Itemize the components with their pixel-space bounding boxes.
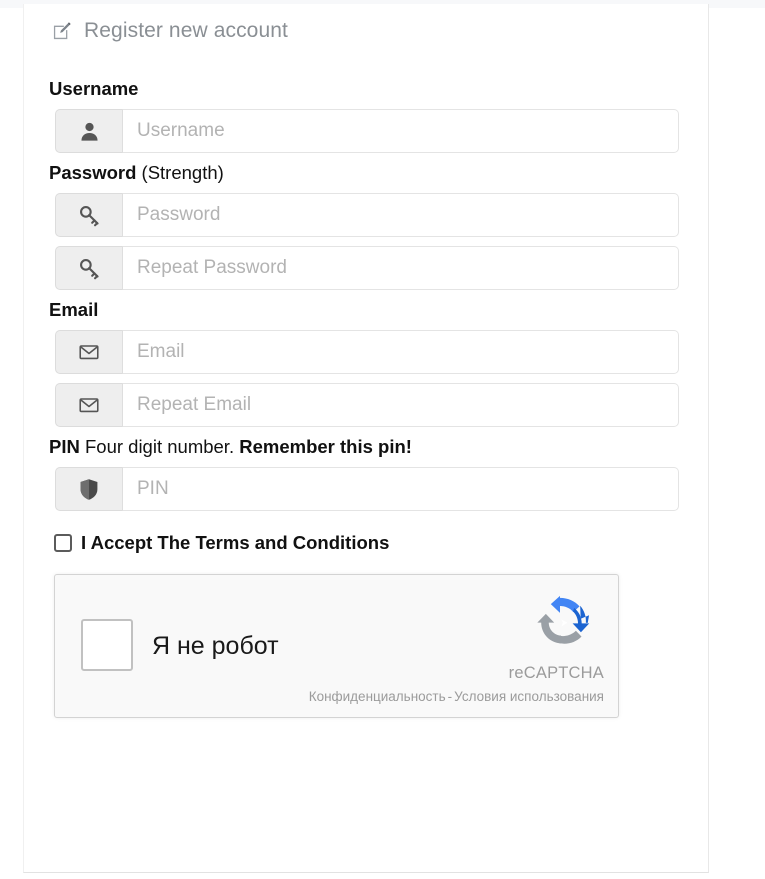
email-input[interactable] [123, 330, 679, 374]
recaptcha-terms-link[interactable]: Условия использования [454, 689, 604, 704]
register-panel: Register new account Username Password (… [23, 4, 709, 873]
envelope-icon [55, 330, 123, 374]
email-input-group [55, 330, 679, 374]
repeat-email-input[interactable] [123, 383, 679, 427]
username-label-text: Username [49, 78, 139, 99]
recaptcha-label: Я не робот [152, 632, 279, 660]
pin-label: PIN Four digit number. Remember this pin… [49, 436, 683, 458]
pin-label-remember: Remember this pin! [239, 436, 412, 457]
password-input-group [55, 193, 679, 237]
key-icon [55, 246, 123, 290]
repeat-password-input[interactable] [123, 246, 679, 290]
shield-icon [55, 467, 123, 511]
email-label: Email [49, 299, 683, 321]
register-panel-body: Register new account Username Password (… [24, 4, 708, 718]
pin-label-bold: PIN [49, 436, 80, 457]
recaptcha-links: Конфиденциальность - Условия использования [309, 688, 604, 705]
password-label-bold: Password [49, 162, 137, 183]
recaptcha-privacy-link[interactable]: Конфиденциальность [309, 689, 446, 704]
recaptcha-brand: reCAPTCHA [508, 664, 604, 682]
recaptcha-widget[interactable]: Я не робот reCAPTCHA Конфиденциальность -… [54, 574, 619, 718]
repeat-password-input-group [55, 246, 679, 290]
password-label: Password (Strength) [49, 162, 683, 184]
recaptcha-logo-icon [529, 592, 591, 654]
repeat-email-input-group [55, 383, 679, 427]
user-icon [55, 109, 123, 153]
username-label: Username [49, 78, 683, 100]
envelope-icon [55, 383, 123, 427]
pin-input-group [55, 467, 679, 511]
page-title: Register new account [51, 18, 683, 44]
recaptcha-checkbox[interactable] [81, 619, 133, 671]
terms-row[interactable]: I Accept The Terms and Conditions [54, 532, 683, 554]
pin-input[interactable] [123, 467, 679, 511]
username-input-group [55, 109, 679, 153]
pin-label-hint: Four digit number. [84, 436, 235, 457]
registration-page: Register new account Username Password (… [0, 0, 765, 879]
key-icon [55, 193, 123, 237]
page-title-text: Register new account [84, 19, 288, 42]
username-input[interactable] [123, 109, 679, 153]
edit-square-pencil-icon [51, 20, 73, 42]
accept-terms-label: I Accept The Terms and Conditions [81, 532, 390, 553]
password-label-strength: (Strength) [141, 162, 224, 183]
password-input[interactable] [123, 193, 679, 237]
accept-terms-checkbox[interactable] [54, 534, 72, 552]
recaptcha-link-separator: - [447, 689, 453, 704]
email-label-text: Email [49, 299, 99, 320]
